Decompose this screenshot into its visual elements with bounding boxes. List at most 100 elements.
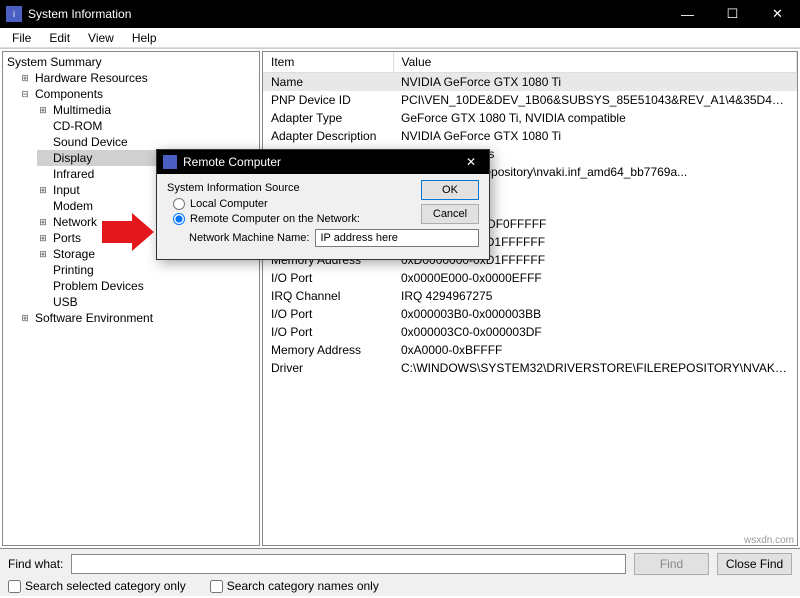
tree-hardware-resources[interactable]: ⊞ Hardware Resources (19, 70, 257, 86)
tree-components[interactable]: ⊟ Components (19, 86, 257, 102)
tree-label: CD-ROM (51, 119, 104, 133)
close-button[interactable]: ✕ (755, 0, 800, 28)
tree-label: USB (51, 295, 80, 309)
expand-icon[interactable]: ⊞ (19, 72, 31, 84)
tree-label: Problem Devices (51, 279, 146, 293)
chk-search-names[interactable]: Search category names only (210, 579, 379, 593)
table-row[interactable]: Memory Address0xA0000-0xBFFFF (263, 341, 797, 359)
tree-label: Ports (51, 231, 83, 245)
table-row[interactable]: I/O Port0x000003B0-0x000003BB (263, 305, 797, 323)
expand-icon[interactable]: ⊞ (37, 216, 49, 228)
tree-label: Modem (51, 199, 95, 213)
radio-label: Remote Computer on the Network: (190, 213, 360, 225)
col-value[interactable]: Value (393, 52, 797, 73)
tree-printing[interactable]: Printing (37, 262, 257, 278)
window-controls: — ☐ ✕ (665, 0, 800, 28)
table-row[interactable]: IRQ ChannelIRQ 4294967275 (263, 287, 797, 305)
tree-label: System Summary (5, 55, 104, 69)
cell-item: Memory Address (263, 341, 393, 359)
table-row[interactable]: DriverC:\WINDOWS\SYSTEM32\DRIVERSTORE\FI… (263, 359, 797, 377)
checkbox-selected-category[interactable] (8, 580, 21, 593)
tree-label: Components (33, 87, 105, 101)
radio-remote[interactable] (173, 213, 185, 225)
tree-label: Display (51, 151, 94, 165)
tree-label: Input (51, 183, 82, 197)
cell-value: C:\WINDOWS\SYSTEM32\DRIVERSTORE\FILEREPO… (393, 359, 797, 377)
ok-button[interactable]: OK (421, 180, 479, 200)
menu-file[interactable]: File (4, 29, 39, 47)
cell-item: I/O Port (263, 269, 393, 287)
tree-label: Infrared (51, 167, 96, 181)
cell-value: NVIDIA GeForce GTX 1080 Ti (393, 127, 797, 145)
dialog-icon (163, 155, 177, 169)
cell-item: Name (263, 73, 393, 92)
dialog-titlebar[interactable]: Remote Computer ✕ (157, 150, 489, 174)
cell-item: Adapter Type (263, 109, 393, 127)
checkbox-category-names[interactable] (210, 580, 223, 593)
cancel-button[interactable]: Cancel (421, 204, 479, 224)
table-row[interactable]: NameNVIDIA GeForce GTX 1080 Ti (263, 73, 797, 92)
expand-icon[interactable]: ⊞ (37, 104, 49, 116)
table-row[interactable]: PNP Device IDPCI\VEN_10DE&DEV_1B06&SUBSY… (263, 91, 797, 109)
dialog-close-button[interactable]: ✕ (459, 155, 483, 169)
cell-item: Driver (263, 359, 393, 377)
find-panel: Find what: Find Close Find Search select… (0, 548, 800, 596)
menubar: File Edit View Help (0, 28, 800, 48)
collapse-icon[interactable]: ⊟ (19, 88, 31, 100)
main-content: System Summary ⊞ Hardware Resources ⊟ Co… (0, 48, 800, 548)
expand-icon[interactable]: ⊞ (37, 184, 49, 196)
expand-icon[interactable]: ⊞ (37, 248, 49, 260)
tree-multimedia[interactable]: ⊞ Multimedia (37, 102, 257, 118)
cell-item: Adapter Description (263, 127, 393, 145)
cell-value: 0x000003C0-0x000003DF (393, 323, 797, 341)
watermark: wsxdn.com (744, 535, 794, 546)
menu-view[interactable]: View (80, 29, 122, 47)
radio-local[interactable] (173, 198, 185, 210)
menu-help[interactable]: Help (124, 29, 165, 47)
cell-item: I/O Port (263, 323, 393, 341)
machine-name-input[interactable] (315, 229, 479, 247)
cell-value: 0x000003B0-0x000003BB (393, 305, 797, 323)
window-title: System Information (28, 7, 665, 21)
chk-search-selected[interactable]: Search selected category only (8, 579, 186, 593)
find-button[interactable]: Find (634, 553, 709, 575)
tree-cdrom[interactable]: CD-ROM (37, 118, 257, 134)
details-pane[interactable]: Item Value NameNVIDIA GeForce GTX 1080 T… (262, 51, 798, 546)
tree-label: Network (51, 215, 99, 229)
cell-value: NVIDIA GeForce GTX 1080 Ti (393, 73, 797, 92)
expand-icon[interactable]: ⊞ (37, 232, 49, 244)
cell-value: PCI\VEN_10DE&DEV_1B06&SUBSYS_85E51043&RE… (393, 91, 797, 109)
cell-value: 0xA0000-0xBFFFF (393, 341, 797, 359)
tree-label: Hardware Resources (33, 71, 150, 85)
cell-item: IRQ Channel (263, 287, 393, 305)
tree-software-environment[interactable]: ⊞ Software Environment (19, 310, 257, 326)
table-row[interactable]: Adapter DescriptionNVIDIA GeForce GTX 10… (263, 127, 797, 145)
expand-icon[interactable]: ⊞ (19, 312, 31, 324)
col-item[interactable]: Item (263, 52, 393, 73)
tree-label: Storage (51, 247, 97, 261)
dialog-body: System Information Source Local Computer… (157, 174, 489, 259)
find-input[interactable] (71, 554, 626, 574)
maximize-button[interactable]: ☐ (710, 0, 755, 28)
cell-item: I/O Port (263, 305, 393, 323)
tree-usb[interactable]: USB (37, 294, 257, 310)
table-row[interactable]: I/O Port0x000003C0-0x000003DF (263, 323, 797, 341)
chk-label: Search category names only (227, 579, 379, 593)
tree-label: Printing (51, 263, 96, 277)
tree-system-summary[interactable]: System Summary (5, 54, 257, 70)
machine-name-label: Network Machine Name: (189, 232, 309, 244)
nav-tree[interactable]: System Summary ⊞ Hardware Resources ⊟ Co… (2, 51, 260, 546)
table-row[interactable]: Adapter TypeGeForce GTX 1080 Ti, NVIDIA … (263, 109, 797, 127)
find-label: Find what: (8, 557, 63, 571)
dialog-title: Remote Computer (183, 155, 459, 169)
table-row[interactable]: I/O Port0x0000E000-0x0000EFFF (263, 269, 797, 287)
remote-computer-dialog: Remote Computer ✕ System Information Sou… (156, 149, 490, 260)
tree-sound-device[interactable]: Sound Device (37, 134, 257, 150)
chk-label: Search selected category only (25, 579, 186, 593)
tree-problem-devices[interactable]: Problem Devices (37, 278, 257, 294)
minimize-button[interactable]: — (665, 0, 710, 28)
menu-edit[interactable]: Edit (41, 29, 78, 47)
close-find-button[interactable]: Close Find (717, 553, 792, 575)
cell-value: 0x0000E000-0x0000EFFF (393, 269, 797, 287)
tree-label: Multimedia (51, 103, 113, 117)
